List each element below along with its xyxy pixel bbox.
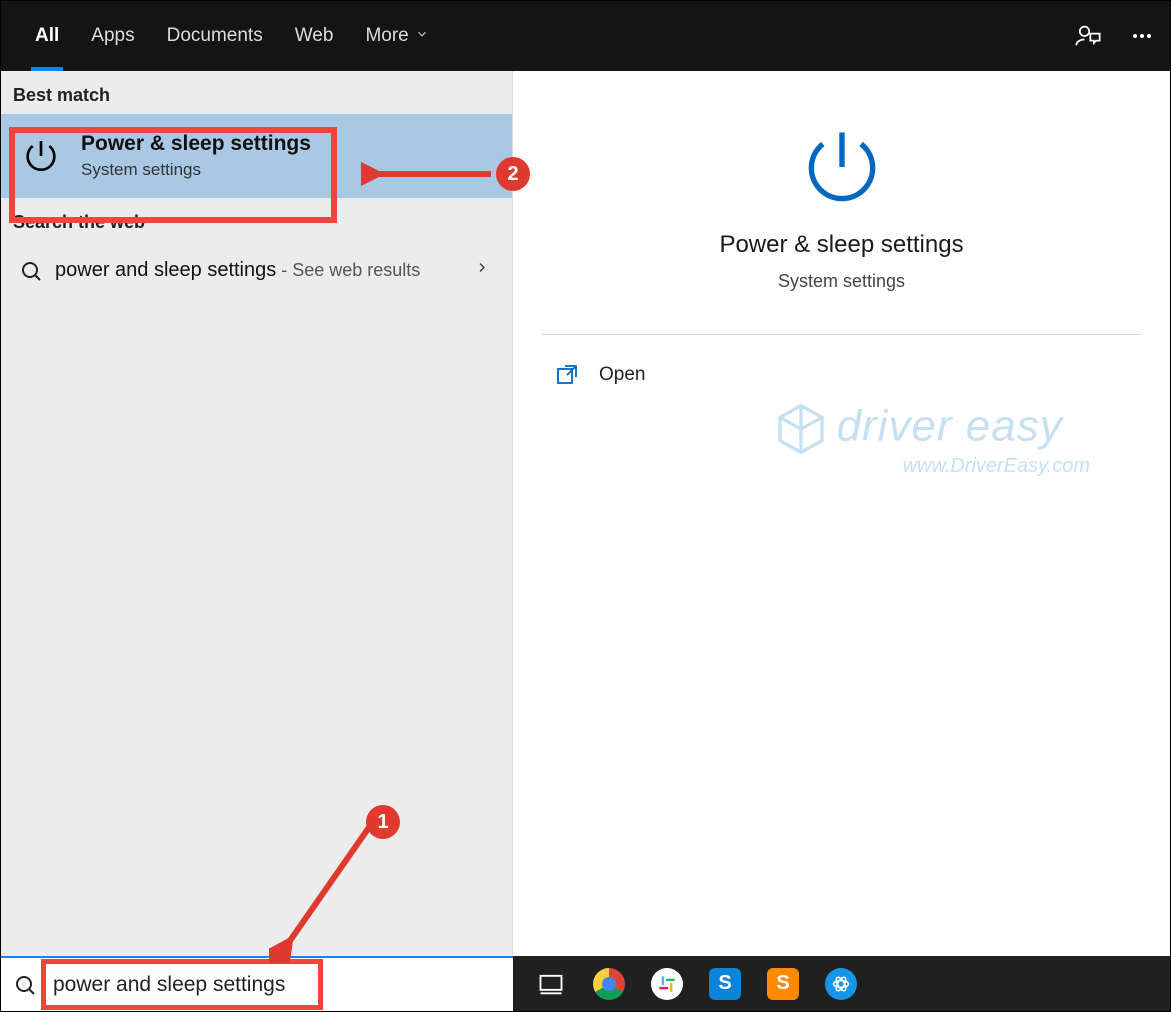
best-match-heading: Best match <box>1 71 512 114</box>
more-options-icon[interactable] <box>1130 24 1154 48</box>
preview-right-pane: Power & sleep settings System settings O… <box>513 71 1170 956</box>
chevron-right-icon <box>474 260 490 281</box>
web-search-result[interactable]: power and sleep settings - See web resul… <box>1 241 512 299</box>
tab-all[interactable]: All <box>19 1 75 71</box>
taskbar-app-chrome[interactable] <box>589 964 629 1004</box>
preview-title: Power & sleep settings <box>513 231 1170 259</box>
web-result-query: power and sleep settings <box>55 259 276 281</box>
search-results-main: Best match Power & sleep settings System… <box>1 71 1170 956</box>
topbar-right-controls <box>1074 1 1154 71</box>
chevron-down-icon <box>415 25 429 47</box>
power-icon <box>19 134 63 178</box>
tab-apps[interactable]: Apps <box>75 1 150 71</box>
web-result-text: power and sleep settings - See web resul… <box>55 255 420 285</box>
web-result-suffix: - See web results <box>276 260 420 280</box>
tab-list: All Apps Documents Web More <box>19 1 445 71</box>
best-match-title: Power & sleep settings <box>81 132 311 156</box>
taskbar-app-slack[interactable] <box>647 964 687 1004</box>
taskbar-app-snagit-orange[interactable]: S <box>763 964 803 1004</box>
taskbar: S S <box>1 956 1170 1011</box>
annotation-badge-step1: 1 <box>366 805 400 839</box>
tab-more-label: More <box>365 25 408 47</box>
results-left-pane: Best match Power & sleep settings System… <box>1 71 513 956</box>
search-input[interactable] <box>53 973 501 997</box>
taskbar-app-battlenet[interactable] <box>821 964 861 1004</box>
power-icon-large <box>796 121 888 213</box>
preview-subtitle: System settings <box>513 271 1170 292</box>
tab-documents[interactable]: Documents <box>151 1 279 71</box>
feedback-icon[interactable] <box>1074 22 1102 50</box>
tab-more[interactable]: More <box>349 1 444 71</box>
best-match-subtitle: System settings <box>81 160 311 180</box>
taskbar-search[interactable] <box>1 956 513 1011</box>
preview-header: Power & sleep settings System settings <box>513 71 1170 292</box>
open-icon <box>555 363 579 387</box>
tab-web[interactable]: Web <box>279 1 350 71</box>
best-match-result[interactable]: Power & sleep settings System settings <box>1 114 512 198</box>
task-view-icon[interactable] <box>531 964 571 1004</box>
search-filter-tabbar: All Apps Documents Web More <box>1 1 1170 71</box>
best-match-text: Power & sleep settings System settings <box>81 132 311 180</box>
open-label: Open <box>599 364 645 386</box>
search-web-heading: Search the web <box>1 198 512 241</box>
search-icon <box>13 973 37 997</box>
annotation-badge-step2: 2 <box>496 157 530 191</box>
taskbar-app-snagit-blue[interactable]: S <box>705 964 745 1004</box>
search-icon <box>19 259 45 285</box>
taskbar-apps: S S <box>513 956 1170 1011</box>
open-action[interactable]: Open <box>513 335 1170 415</box>
